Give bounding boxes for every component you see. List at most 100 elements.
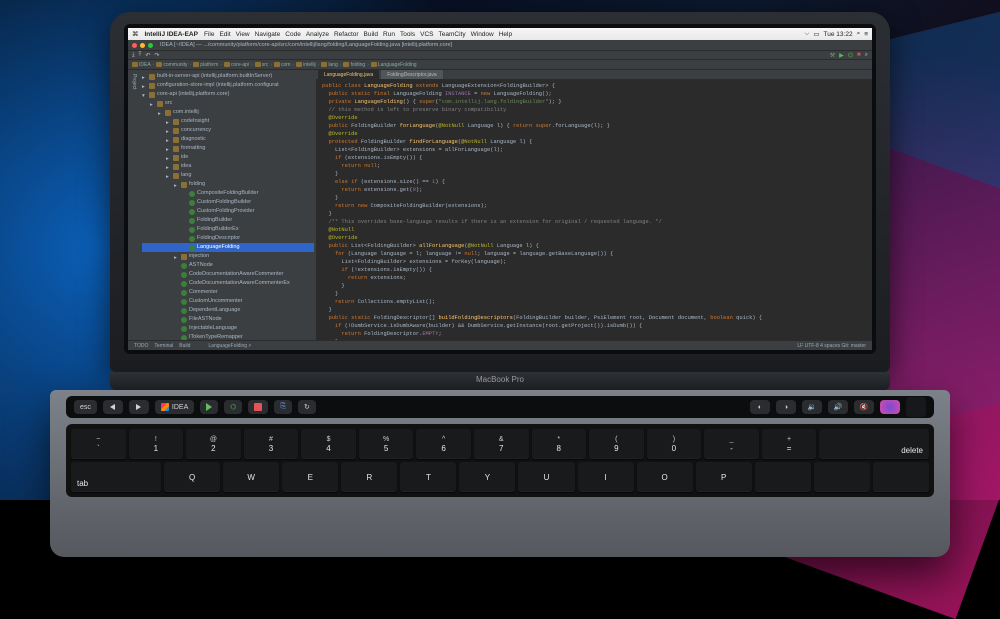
notifications-icon[interactable]: ≡ — [864, 31, 868, 38]
menu-analyze[interactable]: Analyze — [306, 31, 329, 38]
search-icon[interactable]: ⌕ — [865, 52, 868, 59]
status-right[interactable]: LF UTF-8 4 spaces Git: master — [797, 343, 866, 349]
menu-teamcity[interactable]: TeamCity — [439, 31, 466, 38]
save-icon[interactable]: ⤒ — [139, 52, 142, 59]
breadcrumb-item[interactable]: LanguageFolding — [371, 62, 417, 68]
tree-module[interactable]: ▸configuration-store-impl (intellij.plat… — [142, 81, 314, 90]
key-3[interactable]: #3 — [244, 429, 299, 459]
key-t[interactable]: T — [400, 462, 456, 492]
tree-item[interactable]: InjectableLanguage — [142, 324, 314, 333]
touchbar-mute-icon[interactable]: 🔇 — [854, 400, 874, 414]
tree-item[interactable]: ▸ide — [142, 153, 314, 162]
touch-bar[interactable]: esc IDEA ⌬ ⎘ ↻ ◐ ◑ 🔉 🔊 🔇 — [66, 396, 934, 418]
key-9[interactable]: (9 — [589, 429, 644, 459]
tree-item[interactable]: ▸com.intellij — [142, 108, 314, 117]
breadcrumb-item[interactable]: platform — [193, 62, 218, 68]
tree-item[interactable]: FileASTNode — [142, 315, 314, 324]
touchbar-stop-icon[interactable] — [248, 400, 268, 414]
stop-icon[interactable]: ■ — [857, 52, 861, 58]
touchbar-update-icon[interactable]: ↻ — [298, 400, 316, 414]
touchbar-debug-icon[interactable]: ⌬ — [224, 400, 242, 414]
key-`[interactable]: ~` — [71, 429, 126, 459]
menu-navigate[interactable]: Navigate — [255, 31, 281, 38]
tree-item[interactable]: ITokenTypeRemapper — [142, 333, 314, 340]
run-icon[interactable]: ▶ — [839, 52, 844, 59]
status-terminal[interactable]: Terminal — [154, 343, 173, 349]
tree-item[interactable]: ASTNode — [142, 261, 314, 270]
tree-item[interactable]: ▸formatting — [142, 144, 314, 153]
breadcrumb-item[interactable]: IDEA — [132, 62, 151, 68]
menu-code[interactable]: Code — [285, 31, 301, 38]
breadcrumb-item[interactable]: com — [274, 62, 290, 68]
breadcrumb-item[interactable]: core-api — [224, 62, 249, 68]
debug-icon[interactable]: ⌬ — [848, 52, 853, 59]
wifi-icon[interactable]: ⌵ — [804, 30, 809, 38]
tree-item[interactable]: LanguageFolding — [142, 243, 314, 252]
touchbar-brightness-up-icon[interactable]: ◑ — [776, 400, 796, 414]
zoom-icon[interactable] — [148, 43, 153, 48]
editor-tabs[interactable]: LanguageFolding.javaFoldingDescriptor.ja… — [316, 70, 872, 80]
minimize-icon[interactable] — [140, 43, 145, 48]
menu-tools[interactable]: Tools — [400, 31, 415, 38]
touchbar-esc[interactable]: esc — [74, 400, 97, 414]
breadcrumb-item[interactable]: src — [255, 62, 269, 68]
key-p[interactable]: P — [696, 462, 752, 492]
macos-menubar[interactable]: ⌘ IntelliJ IDEA-EAP File Edit View Navigate… — [128, 28, 872, 40]
key-blank[interactable] — [755, 462, 811, 492]
key-blank[interactable] — [814, 462, 870, 492]
tree-module[interactable]: ▾core-api (intellij.platform.core) — [142, 90, 314, 99]
menu-run[interactable]: Run — [383, 31, 395, 38]
battery-icon[interactable]: ▭ — [813, 30, 819, 38]
menu-edit[interactable]: Edit — [219, 31, 230, 38]
tree-item[interactable]: CodeDocumentationAwareCommenter — [142, 270, 314, 279]
tree-module[interactable]: ▸built-in-server-api (intellij.platform.… — [142, 72, 314, 81]
touchbar-commit-icon[interactable]: ⎘ — [274, 400, 292, 414]
key-=[interactable]: += — [762, 429, 817, 459]
tree-item[interactable]: CustomUncommenter — [142, 297, 314, 306]
key-r[interactable]: R — [341, 462, 397, 492]
project-tree[interactable]: ▸built-in-server-api (intellij.platform.… — [140, 70, 316, 340]
touch-id-sensor[interactable] — [906, 397, 926, 417]
tree-item[interactable]: FoldingBuilderEx — [142, 225, 314, 234]
key-y[interactable]: Y — [459, 462, 515, 492]
project-tool-tab[interactable]: Project — [131, 74, 137, 90]
key-2[interactable]: @2 — [186, 429, 241, 459]
tree-item[interactable]: Commenter — [142, 288, 314, 297]
key-4[interactable]: $4 — [301, 429, 356, 459]
tree-item[interactable]: CustomFoldingProvider — [142, 207, 314, 216]
menu-view[interactable]: View — [236, 31, 250, 38]
key-5[interactable]: %5 — [359, 429, 414, 459]
tree-item[interactable]: ▸src — [142, 99, 314, 108]
menu-build[interactable]: Build — [364, 31, 378, 38]
touchbar-volume-up-icon[interactable]: 🔊 — [828, 400, 848, 414]
key-8[interactable]: *8 — [532, 429, 587, 459]
main-toolbar[interactable]: ⤓ ⤒ ↶ ↷ ⚒ ▶ ⌬ ■ ⌕ — [128, 50, 872, 60]
apple-menu-icon[interactable]: ⌘ — [132, 30, 139, 38]
tree-item[interactable]: DependentLanguage — [142, 306, 314, 315]
status-bar[interactable]: TODO Terminal Build LanguageFolding > LF… — [128, 340, 872, 350]
tree-item[interactable]: ▸injection — [142, 252, 314, 261]
left-gutter[interactable]: Project — [128, 70, 140, 340]
touchbar-volume-down-icon[interactable]: 🔉 — [802, 400, 822, 414]
key-u[interactable]: U — [518, 462, 574, 492]
key-i[interactable]: I — [578, 462, 634, 492]
spotlight-icon[interactable]: ⌕ — [857, 30, 861, 38]
key--[interactable]: _- — [704, 429, 759, 459]
menu-refactor[interactable]: Refactor — [334, 31, 359, 38]
key-0[interactable]: )0 — [647, 429, 702, 459]
breadcrumb-item[interactable]: folding — [343, 62, 365, 68]
build-icon[interactable]: ⚒ — [830, 52, 835, 59]
menu-vcs[interactable]: VCS — [420, 31, 433, 38]
tree-item[interactable]: ▸concurrency — [142, 126, 314, 135]
app-name[interactable]: IntelliJ IDEA-EAP — [145, 31, 198, 38]
touchbar-back-icon[interactable] — [103, 400, 123, 414]
touchbar-forward-icon[interactable] — [129, 400, 149, 414]
redo-icon[interactable]: ↷ — [154, 52, 159, 59]
key-delete[interactable]: delete — [819, 429, 929, 459]
tree-item[interactable]: ▸lang — [142, 171, 314, 180]
menu-file[interactable]: File — [204, 31, 214, 38]
keyboard[interactable]: ~`!1@2#3$4%5^6&7*8(9)0_-+=delete tabQWER… — [66, 424, 934, 497]
breadcrumb-bar[interactable]: IDEA›community›platform›core-api›src›com… — [128, 60, 872, 70]
code-editor[interactable]: public class LanguageFolding extends Lan… — [316, 80, 872, 340]
key-7[interactable]: &7 — [474, 429, 529, 459]
